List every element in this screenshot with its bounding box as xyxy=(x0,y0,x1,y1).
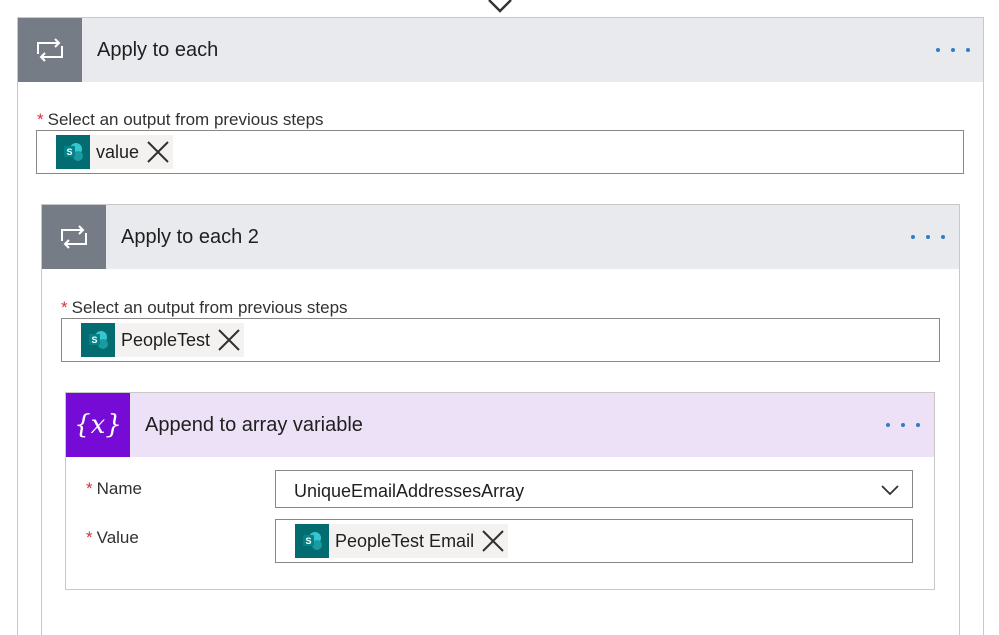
dot-icon xyxy=(951,48,955,52)
dot-icon xyxy=(901,423,905,427)
sharepoint-icon: S xyxy=(295,524,329,558)
more-options-button[interactable] xyxy=(936,46,970,54)
name-dropdown-value: UniqueEmailAddressesArray xyxy=(294,481,525,501)
dot-icon xyxy=(926,235,930,239)
append-to-array-variable-header[interactable]: {x} Append to array variable xyxy=(66,393,934,457)
loop-tile xyxy=(42,205,106,269)
value-input[interactable]: S PeopleTest Email xyxy=(275,519,913,563)
value-token[interactable]: S value xyxy=(56,135,174,169)
select-output-label: * Select an output from previous steps xyxy=(37,110,324,129)
name-dropdown[interactable]: UniqueEmailAddressesArray xyxy=(275,470,913,508)
loop-icon xyxy=(37,38,63,62)
value-label: * Value xyxy=(86,528,139,547)
dot-icon xyxy=(911,235,915,239)
remove-token-icon[interactable] xyxy=(480,528,506,554)
required-marker: * xyxy=(61,298,68,317)
sharepoint-icon: S xyxy=(56,135,90,169)
variable-icon: {x} xyxy=(66,393,130,457)
remove-token-icon[interactable] xyxy=(216,327,242,353)
more-options-button[interactable] xyxy=(886,421,920,429)
name-label: * Name xyxy=(86,479,142,498)
token-label: PeopleTest Email xyxy=(335,530,475,551)
dot-icon xyxy=(941,235,945,239)
card-title: Apply to each 2 xyxy=(121,226,259,248)
dot-icon xyxy=(886,423,890,427)
select-output-label: * Select an output from previous steps xyxy=(61,298,348,317)
svg-text:S: S xyxy=(305,536,311,546)
token-label: PeopleTest xyxy=(121,329,211,350)
dot-icon xyxy=(916,423,920,427)
apply-to-each-header[interactable]: Apply to each xyxy=(18,18,983,82)
dot-icon xyxy=(966,48,970,52)
peopletest-token[interactable]: S PeopleTest xyxy=(81,323,245,357)
select-output-input[interactable]: S PeopleTest xyxy=(61,318,940,362)
card-title: Append to array variable xyxy=(145,414,363,436)
dot-icon xyxy=(936,48,940,52)
more-options-button[interactable] xyxy=(911,233,945,241)
card-title: Apply to each xyxy=(97,39,219,61)
chevron-down-icon xyxy=(881,485,899,496)
peopletest-email-token[interactable]: S PeopleTest Email xyxy=(295,524,509,558)
apply-to-each-2-header[interactable]: Apply to each 2 xyxy=(42,205,959,269)
svg-text:S: S xyxy=(66,147,72,157)
down-arrow-icon xyxy=(488,0,512,13)
remove-token-icon[interactable] xyxy=(145,139,171,165)
svg-text:S: S xyxy=(91,335,97,345)
required-marker: * xyxy=(86,479,93,498)
select-output-input[interactable]: S value xyxy=(36,130,964,174)
token-label: value xyxy=(96,141,140,162)
loop-tile xyxy=(18,18,82,82)
sharepoint-icon: S xyxy=(81,323,115,357)
loop-icon xyxy=(61,225,87,249)
required-marker: * xyxy=(86,528,93,547)
required-marker: * xyxy=(37,110,44,129)
